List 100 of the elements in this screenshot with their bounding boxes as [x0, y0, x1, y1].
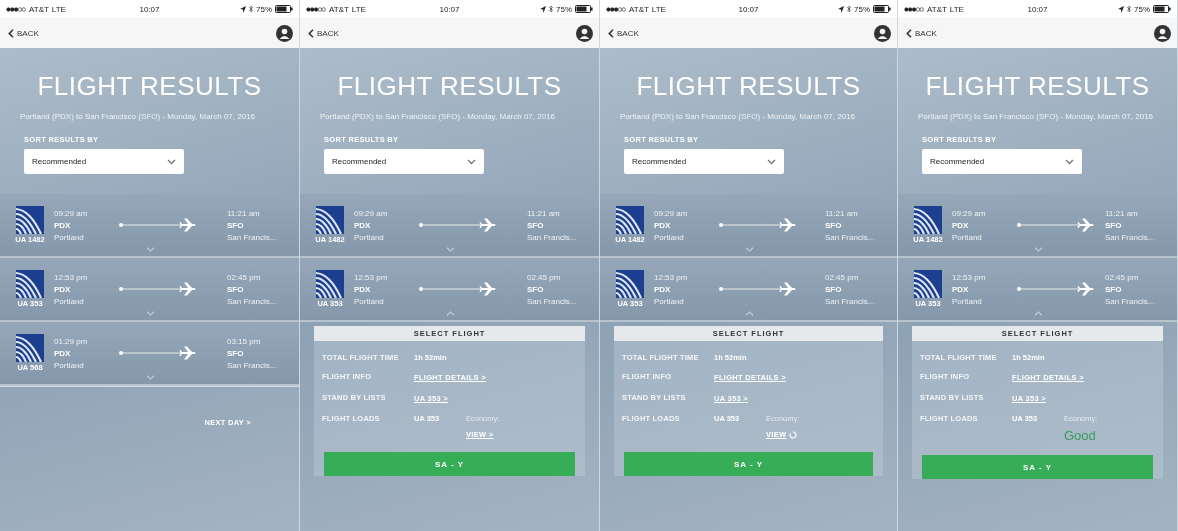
origin-code-text: PDX: [54, 220, 72, 230]
airline-logo-icon: [316, 206, 344, 234]
carrier-text: AT&T: [329, 4, 349, 14]
destination-code-text: SFO: [227, 284, 245, 294]
airline-logo-icon: [616, 270, 644, 298]
chevron-left-icon: [8, 28, 14, 38]
battery-icon: [873, 5, 891, 13]
arrival-time-text: 11:21 am: [527, 208, 561, 218]
bluetooth-icon: [249, 5, 253, 13]
departure-time-text: 12:53 pm: [654, 272, 689, 282]
location-arrow-icon: [540, 5, 546, 13]
chevron-up-icon[interactable]: [744, 311, 754, 316]
origin-code-text: PDX: [354, 220, 372, 230]
departure-time-text: 09:29 am: [354, 208, 389, 218]
origin-city-text: Portland: [952, 296, 983, 306]
chevron-up-icon[interactable]: [1033, 311, 1043, 316]
arrival-time-text: 02:45 pm: [1105, 272, 1140, 282]
chevron-down-icon[interactable]: [1033, 247, 1043, 252]
airline-logo-icon: [16, 270, 44, 298]
origin-city-text: Portland: [952, 232, 983, 242]
sort-dropdown[interactable]: Recommended: [24, 149, 184, 174]
airline-logo-icon: [316, 270, 344, 298]
back-button[interactable]: BACK: [904, 26, 939, 40]
chevron-down-icon[interactable]: [145, 375, 155, 380]
airline-logo-icon: [16, 334, 44, 362]
location-arrow-icon: [240, 5, 246, 13]
chevron-down-icon[interactable]: [445, 247, 455, 252]
departure-time-text: 01:29 pm: [54, 336, 89, 346]
airline-logo-icon: [914, 206, 942, 234]
profile-icon[interactable]: [874, 24, 891, 42]
airline-logo-icon: [16, 206, 44, 234]
bluetooth-icon: [847, 5, 851, 13]
back-button[interactable]: BACK: [306, 26, 341, 40]
carrier-text: AT&T: [29, 4, 49, 14]
flight-route-icon: [418, 218, 496, 232]
destination-city-text: San Francis...: [527, 232, 578, 242]
sort-dropdown[interactable]: Recommended: [324, 149, 484, 174]
destination-code-text: SFO: [1105, 220, 1123, 230]
chevron-down-icon[interactable]: [744, 247, 754, 252]
page-title: FLIGHT RESULTS: [36, 70, 263, 102]
carrier-text: AT&T: [927, 4, 947, 14]
sort-dropdown[interactable]: Recommended: [922, 149, 1082, 174]
origin-city-text: Portland: [354, 296, 385, 306]
battery-percent-text: 75%: [256, 4, 272, 14]
battery-icon: [275, 5, 293, 13]
bluetooth-icon: [549, 5, 553, 13]
arrival-time-text: 03:15 pm: [227, 336, 262, 346]
chevron-down-icon: [1065, 158, 1074, 165]
origin-code-text: PDX: [54, 348, 72, 358]
chevron-down-icon: [767, 158, 776, 165]
chevron-left-icon: [906, 28, 912, 38]
page-title: FLIGHT RESULTS: [336, 70, 563, 102]
destination-city-text: San Francis...: [227, 360, 278, 370]
bluetooth-icon: [1127, 5, 1131, 13]
profile-icon[interactable]: [576, 24, 593, 42]
load-status-text: Good: [1064, 429, 1097, 443]
clock-text: 10:07: [1027, 4, 1048, 14]
flight-route-icon: [118, 282, 196, 296]
destination-city-text: San Francis...: [527, 296, 578, 306]
chevron-down-icon: [167, 158, 176, 165]
chevron-down-icon[interactable]: [145, 247, 155, 252]
arrival-time-text: 02:45 pm: [527, 272, 562, 282]
carrier-text: AT&T: [629, 4, 649, 14]
back-button[interactable]: BACK: [606, 26, 641, 40]
battery-icon: [575, 5, 593, 13]
flight-route-icon: [418, 282, 496, 296]
select-fare-button[interactable]: SA - Y: [324, 452, 575, 476]
origin-city-text: Portland: [654, 296, 685, 306]
network-text: LTE: [51, 4, 66, 14]
flight-route-icon: [1016, 282, 1094, 296]
destination-city-text: San Francis...: [825, 232, 876, 242]
signal-icon: [306, 6, 326, 12]
chevron-down-icon[interactable]: [145, 311, 155, 316]
origin-code-text: PDX: [654, 284, 672, 294]
back-button[interactable]: BACK: [6, 26, 41, 40]
departure-time-text: 09:29 am: [654, 208, 689, 218]
network-text: LTE: [351, 4, 366, 14]
destination-city-text: San Francis...: [825, 296, 876, 306]
select-fare-button[interactable]: SA - Y: [624, 452, 873, 476]
arrival-time-text: 11:21 am: [825, 208, 859, 218]
destination-city-text: San Francis...: [227, 232, 278, 242]
battery-percent-text: 75%: [1134, 4, 1150, 14]
clock-text: 10:07: [439, 4, 460, 14]
signal-icon: [904, 6, 924, 12]
destination-code-text: SFO: [1105, 284, 1123, 294]
destination-code-text: SFO: [825, 284, 843, 294]
signal-icon: [6, 6, 26, 12]
sort-dropdown[interactable]: Recommended: [624, 149, 784, 174]
battery-percent-text: 75%: [854, 4, 870, 14]
destination-code-text: SFO: [527, 220, 545, 230]
profile-icon[interactable]: [1154, 24, 1171, 42]
departure-time-text: 09:29 am: [54, 208, 89, 218]
profile-icon[interactable]: [276, 24, 293, 42]
origin-city-text: Portland: [54, 296, 85, 306]
network-text: LTE: [949, 4, 964, 14]
network-text: LTE: [651, 4, 666, 14]
origin-city-text: Portland: [354, 232, 385, 242]
clock-text: 10:07: [738, 4, 759, 14]
chevron-up-icon[interactable]: [445, 311, 455, 316]
select-fare-button[interactable]: SA - Y: [922, 455, 1153, 479]
